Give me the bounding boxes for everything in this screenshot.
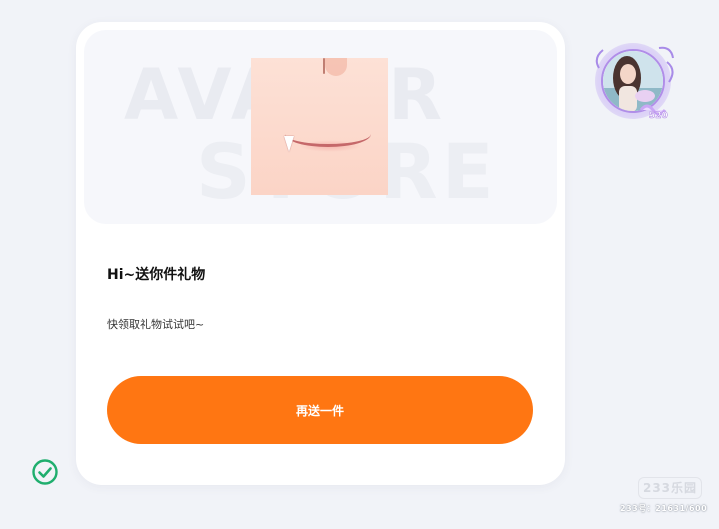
site-logo: 233乐园 (638, 477, 702, 499)
gift-card: AVATAR STORE Hi~送你件礼物 快领取礼物试试吧~ 再送一件 (76, 22, 565, 485)
gift-title: Hi~送你件礼物 (107, 267, 206, 283)
fang-tooth (284, 136, 294, 152)
avatar-face-preview (251, 58, 388, 195)
gift-description: 快领取礼物试试吧~ (107, 318, 205, 331)
site-id-watermark: 233号：21631/600 (620, 504, 708, 513)
avatar-portrait-icon: 520 (595, 43, 674, 121)
avatar-banner: AVATAR STORE (84, 30, 557, 224)
send-another-button[interactable]: 再送一件 (107, 376, 533, 444)
nose-line (323, 58, 325, 74)
check-circle-icon (31, 458, 59, 486)
svg-text:520: 520 (649, 111, 668, 121)
user-avatar[interactable]: 520 (589, 38, 679, 128)
nose-shape (325, 58, 347, 76)
